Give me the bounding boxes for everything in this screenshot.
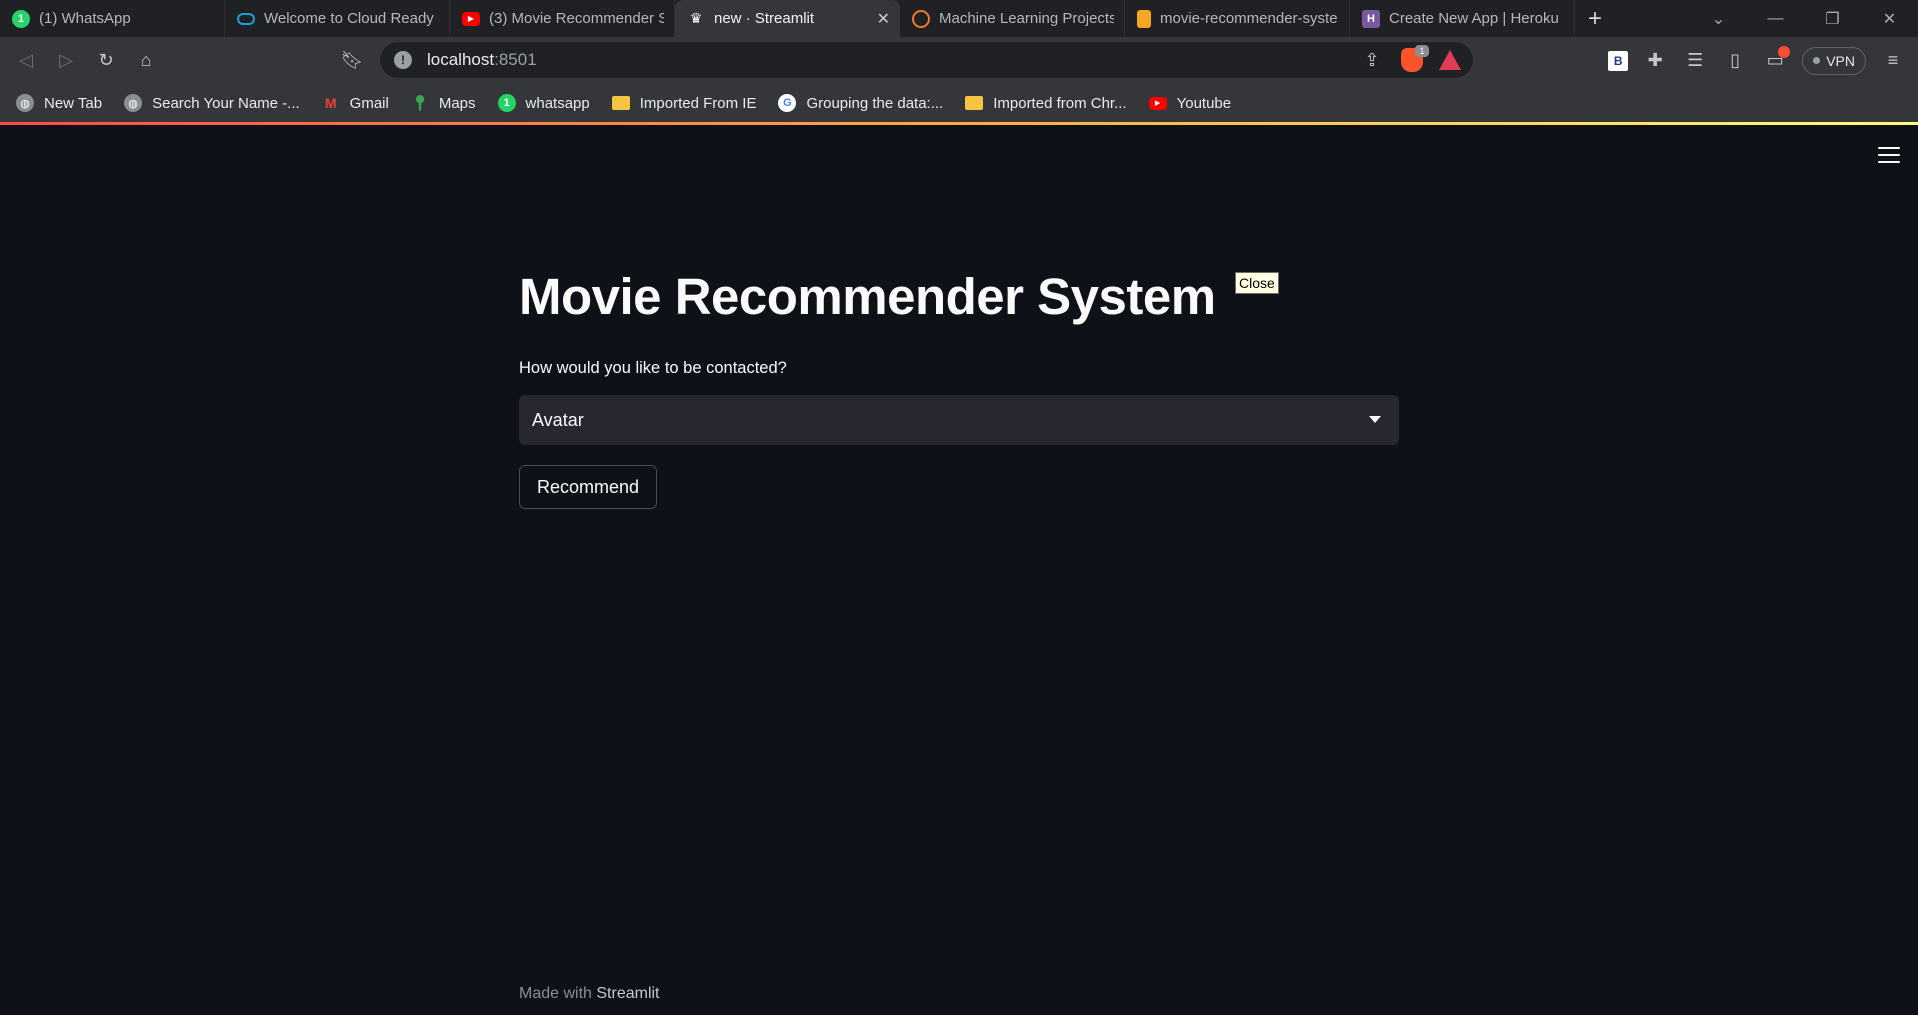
menu-icon[interactable]: ≡ [1880, 50, 1906, 71]
url-host: localhost [427, 50, 495, 69]
bookmark-label: Gmail [349, 94, 389, 112]
tab-title: Create New App | Heroku [1389, 10, 1559, 27]
tab-youtube-movie-recommender[interactable]: ▶ (3) Movie Recommender Sy [450, 0, 675, 37]
brave-shields-icon[interactable]: 1 [1401, 45, 1429, 72]
streamlit-crown-icon: ♛ [689, 10, 703, 26]
bookmark-label: whatsapp [525, 94, 590, 112]
bookmark-new-tab[interactable]: ◍ New Tab [16, 94, 102, 112]
url-port: :8501 [494, 50, 537, 69]
brave-rewards-icon[interactable] [1439, 50, 1461, 70]
bookmark-search-your-name[interactable]: ◍ Search Your Name -... [124, 94, 300, 112]
select-value: Avatar [532, 409, 584, 430]
folder-icon [965, 96, 984, 110]
shields-count-badge: 1 [1415, 45, 1429, 57]
youtube-icon: ▶ [462, 11, 480, 26]
bookmark-label: Maps [438, 94, 476, 112]
footer: Made with Streamlit [519, 985, 660, 1003]
movie-selectbox[interactable]: Avatar [519, 395, 1399, 445]
share-icon[interactable]: ⇪ [1359, 50, 1385, 71]
tab-heroku[interactable]: H Create New App | Heroku [1350, 0, 1575, 37]
notification-dot [1778, 46, 1791, 58]
whatsapp-icon: 1 [497, 94, 516, 112]
footer-streamlit-link[interactable]: Streamlit [596, 985, 659, 1002]
restore-icon[interactable]: ❐ [1804, 9, 1861, 29]
bookmark-maps[interactable]: 📍︎ Maps [410, 94, 476, 113]
gmail-icon: M [324, 95, 337, 111]
bookmark-label: Imported From IE [639, 94, 757, 112]
browser-toolbar: ◁ ▷ ↻ ⌂ 🔖︎ ! localhost:8501 ⇪ 1 B ✚ ☰ ▯ … [0, 37, 1918, 84]
address-bar[interactable]: ! localhost:8501 ⇪ 1 [380, 42, 1473, 78]
jupyter-icon [912, 9, 930, 28]
media-playlist-icon[interactable]: ☰ [1682, 50, 1708, 71]
extensions-puzzle-icon[interactable]: ✚ [1642, 50, 1668, 71]
vpn-label: VPN [1826, 52, 1855, 69]
page-title: Movie Recommender System [519, 268, 1216, 325]
tab-title: (1) WhatsApp [39, 10, 131, 27]
heroku-icon: H [1362, 9, 1380, 28]
tab-title: Machine Learning Projects/ [939, 10, 1114, 27]
bookmark-icon[interactable]: 🔖︎ [332, 41, 372, 81]
forward-icon[interactable]: ▷ [46, 41, 86, 81]
close-tooltip: Close [1235, 272, 1279, 294]
tab-title: (3) Movie Recommender Sy [489, 10, 664, 27]
folder-icon [611, 96, 630, 110]
tab-cloud-ready[interactable]: Welcome to Cloud Ready S [225, 0, 450, 37]
home-icon[interactable]: ⌂ [126, 41, 166, 81]
sidebar-icon[interactable]: ▯ [1722, 50, 1748, 71]
extension-b-icon[interactable]: B [1608, 50, 1629, 71]
vpn-status-dot [1813, 57, 1821, 64]
bookmark-label: Search Your Name -... [152, 94, 300, 112]
tab-streamlit[interactable]: ♛ new · Streamlit ✕ [675, 0, 900, 37]
tab-whatsapp[interactable]: 1 (1) WhatsApp [0, 0, 225, 37]
reload-icon[interactable]: ↻ [86, 41, 126, 81]
tab-title: new · Streamlit [714, 10, 815, 27]
tab-title: Welcome to Cloud Ready S [264, 10, 439, 27]
whatsapp-icon: 1 [12, 9, 30, 28]
window-controls: ⌄ — ❐ ✕ [1690, 0, 1918, 37]
globe-icon: ◍ [124, 94, 143, 112]
select-label: How would you like to be contacted? [519, 359, 787, 377]
bookmark-folder-imported-ie[interactable]: Imported From IE [611, 94, 757, 112]
book-icon [1137, 9, 1151, 28]
site-info-icon[interactable]: ! [394, 51, 412, 69]
google-icon: G [778, 94, 797, 112]
minimize-icon[interactable]: — [1747, 10, 1804, 28]
close-window-icon[interactable]: ✕ [1861, 9, 1918, 29]
youtube-icon: ▶ [1148, 96, 1167, 110]
bookmark-whatsapp[interactable]: 1 whatsapp [497, 94, 590, 112]
tab-search-icon[interactable]: ⌄ [1690, 9, 1747, 29]
bookmarks-bar: ◍ New Tab ◍ Search Your Name -... M Gmail 📍… [0, 84, 1918, 122]
footer-prefix: Made with [519, 985, 597, 1002]
bookmark-label: Grouping the data:... [806, 94, 944, 112]
bookmark-grouping-data[interactable]: G Grouping the data:... [778, 94, 943, 112]
wallet-icon[interactable]: ▭ [1762, 46, 1791, 71]
bookmark-label: Imported from Chr... [993, 94, 1127, 112]
globe-icon: ◍ [16, 94, 34, 112]
main-menu-icon[interactable] [1878, 147, 1900, 163]
tab-close-icon[interactable]: ✕ [869, 9, 890, 29]
back-icon[interactable]: ◁ [6, 41, 46, 81]
bookmark-label: New Tab [44, 94, 103, 112]
bookmark-label: Youtube [1176, 94, 1232, 112]
maps-icon: 📍︎ [410, 95, 430, 112]
vpn-button[interactable]: VPN [1802, 46, 1866, 75]
chevron-down-icon[interactable] [1369, 416, 1381, 423]
cloud-icon [237, 12, 255, 25]
bookmark-youtube[interactable]: ▶ Youtube [1148, 94, 1232, 112]
tab-jupyter[interactable]: Machine Learning Projects/ [900, 0, 1125, 37]
tab-title: movie-recommender-syste [1160, 10, 1338, 27]
bookmark-folder-imported-chrome[interactable]: Imported from Chr... [965, 94, 1127, 112]
bookmark-gmail[interactable]: M Gmail [322, 94, 389, 112]
streamlit-app: Movie Recommender System Close How would… [0, 125, 1918, 1015]
tab-movie-recommender-notebook[interactable]: movie-recommender-syste [1125, 0, 1350, 37]
new-tab-button[interactable]: + [1575, 0, 1615, 37]
tab-strip: 1 (1) WhatsApp Welcome to Cloud Ready S … [0, 0, 1918, 37]
recommend-button[interactable]: Recommend [519, 465, 657, 509]
